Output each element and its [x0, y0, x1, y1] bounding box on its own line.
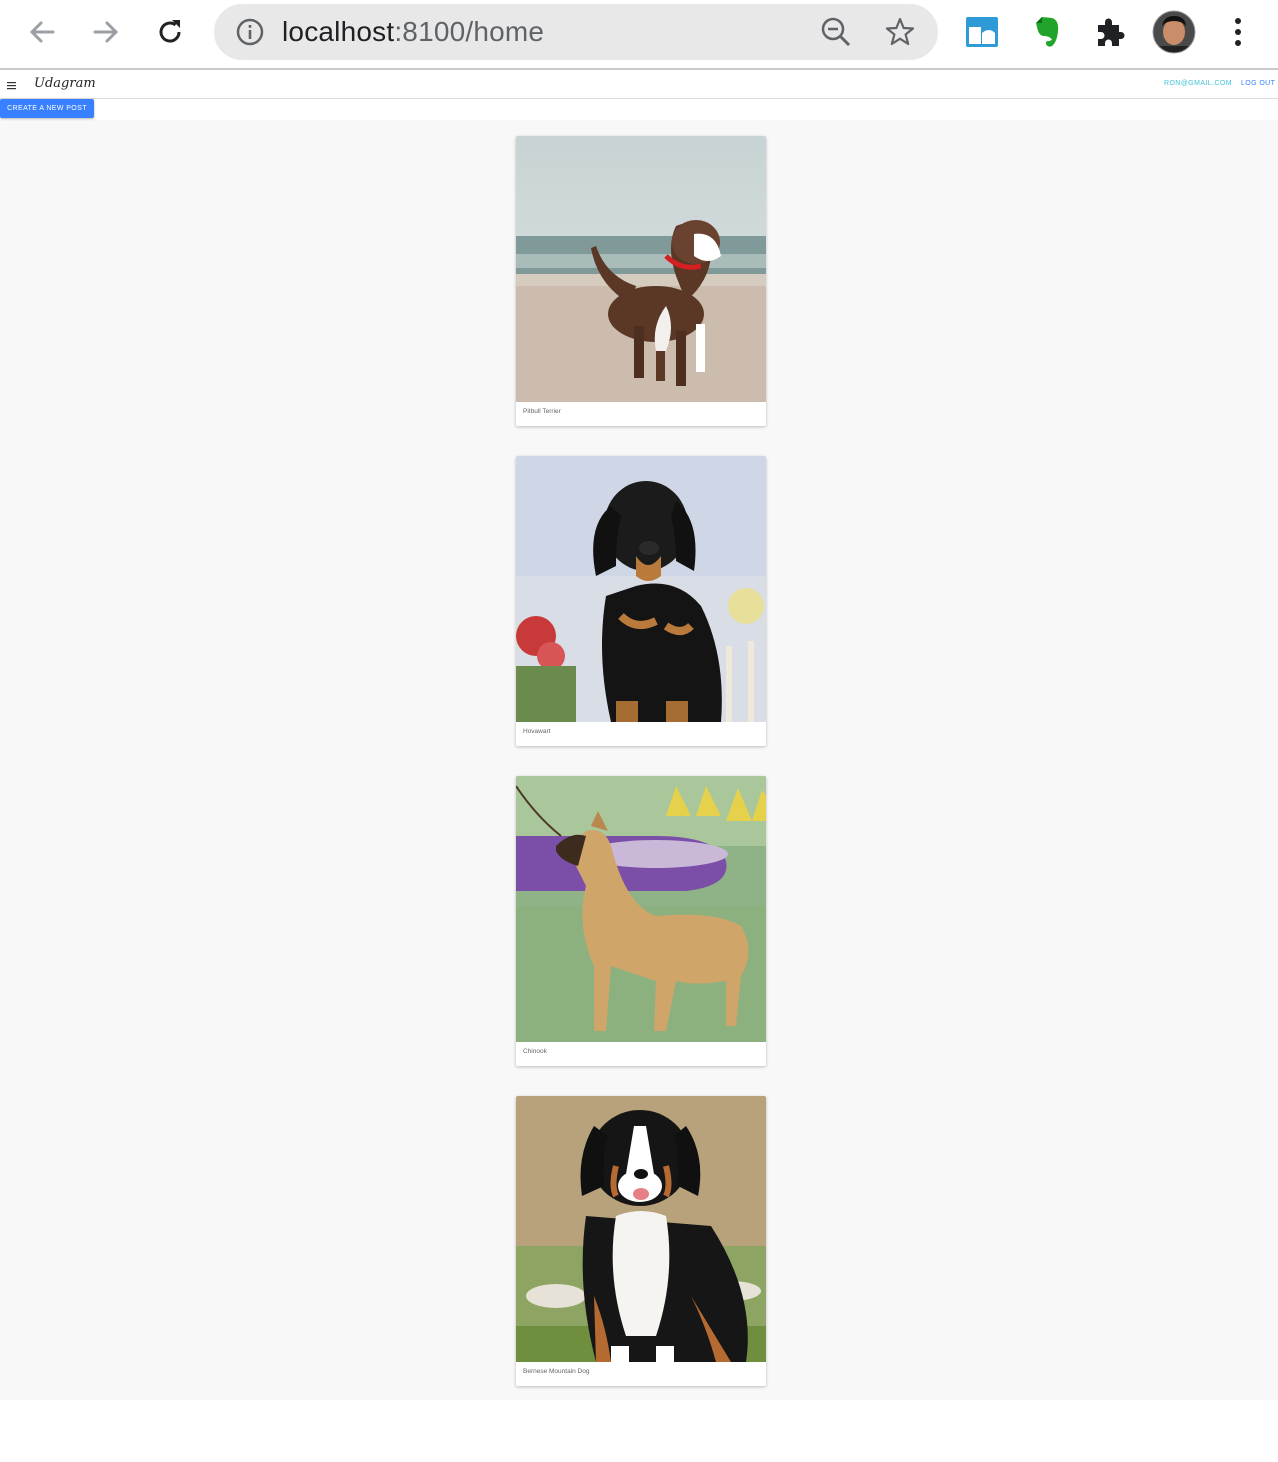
post-caption: Bernese Mountain Dog	[523, 1368, 590, 1375]
post-image-pitbull	[516, 136, 766, 402]
post-image-bernese	[516, 1096, 766, 1362]
post-caption: Hovawart	[523, 728, 551, 735]
browser-toolbar: localhost:8100/home	[0, 0, 1278, 70]
post-card[interactable]: Chinook	[516, 776, 766, 1066]
post-caption: Pitbull Terrier	[523, 408, 561, 415]
hamburger-menu-icon[interactable]	[6, 78, 18, 90]
post-image-chinook	[516, 776, 766, 1042]
site-info-icon[interactable]	[236, 18, 264, 51]
page-bottom	[0, 1400, 1278, 1462]
profile-avatar[interactable]	[1152, 10, 1196, 54]
post-card[interactable]: Hovawart	[516, 456, 766, 746]
puzzle-extensions-icon[interactable]	[1090, 12, 1130, 52]
app-toolbar: Udagram RON@GMAIL.COM LOG OUT	[0, 70, 1278, 99]
url-text: localhost:8100/home	[282, 16, 545, 47]
post-card[interactable]: Pitbull Terrier	[516, 136, 766, 426]
forward-arrow-icon[interactable]	[86, 12, 126, 52]
evernote-icon[interactable]	[1026, 12, 1066, 52]
create-post-button[interactable]: CREATE A NEW POST	[0, 99, 94, 118]
app-title: Udagram	[34, 76, 96, 91]
post-card[interactable]: Bernese Mountain Dog	[516, 1096, 766, 1386]
bookmark-star-icon[interactable]	[884, 16, 916, 53]
address-bar[interactable]: localhost:8100/home	[214, 4, 938, 60]
extension-tab-icon[interactable]	[962, 12, 1002, 52]
user-email-link[interactable]: RON@GMAIL.COM	[1164, 80, 1232, 87]
back-arrow-icon[interactable]	[22, 12, 62, 52]
logout-button[interactable]: LOG OUT	[1241, 80, 1275, 87]
reload-icon[interactable]	[150, 12, 190, 52]
post-image-hovawart	[516, 456, 766, 722]
post-caption: Chinook	[523, 1048, 547, 1055]
zoom-out-icon[interactable]	[820, 16, 852, 53]
kebab-menu-icon[interactable]	[1218, 12, 1258, 52]
